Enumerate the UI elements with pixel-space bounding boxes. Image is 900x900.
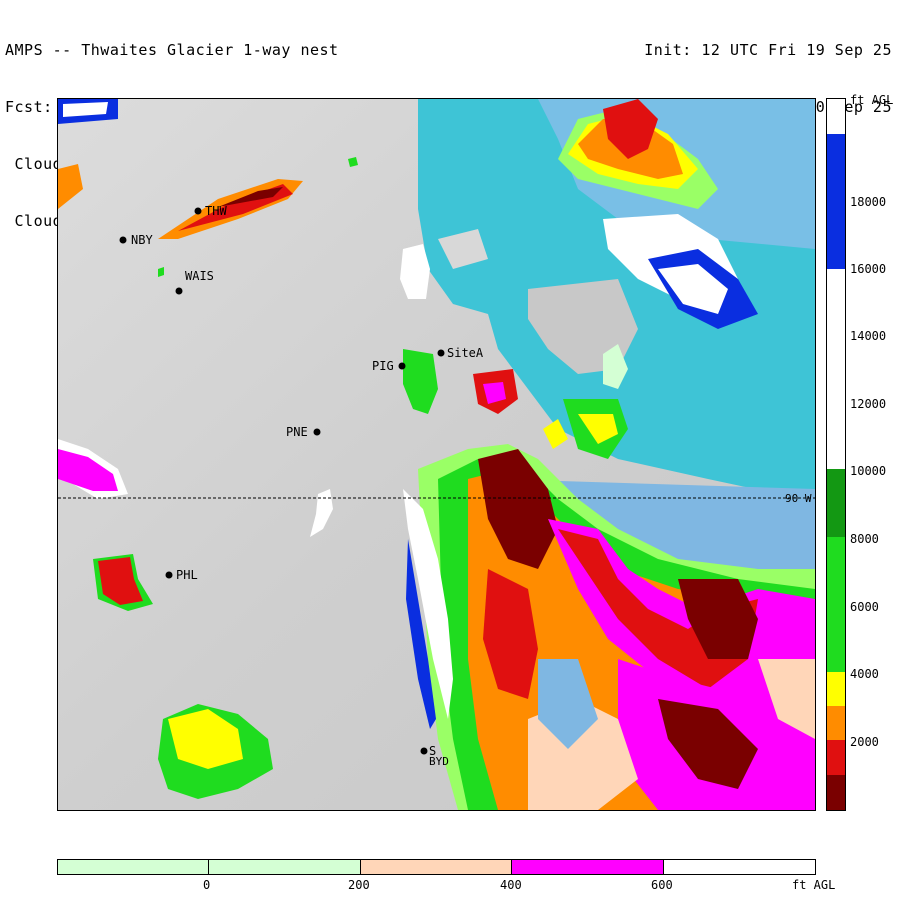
station-marker-pig bbox=[398, 362, 406, 370]
map-canvas: 90 W THW NBY WAIS SiteA PIG PNE PHL S BY… bbox=[58, 99, 815, 810]
station-marker-s bbox=[420, 747, 428, 755]
bottom-cbar-segment bbox=[664, 860, 815, 874]
station-marker-thw bbox=[194, 207, 202, 215]
latitude-label: 90 W bbox=[785, 492, 812, 505]
station-marker-sitea bbox=[437, 349, 445, 357]
bottom-colorbar-tick: 0 bbox=[203, 878, 211, 892]
right-colorbar-tick: 16000 bbox=[850, 262, 887, 276]
cbar-segment bbox=[827, 606, 845, 672]
bottom-colorbar bbox=[57, 859, 816, 875]
right-colorbar-tick: 10000 bbox=[850, 464, 887, 478]
station-label-sitea: SiteA bbox=[447, 346, 484, 360]
station-label-wais: WAIS bbox=[185, 269, 214, 283]
bottom-cbar-segment bbox=[361, 860, 512, 874]
right-colorbar-tick: 4000 bbox=[850, 667, 879, 681]
cbar-segment bbox=[827, 269, 845, 469]
station-label-pne: PNE bbox=[286, 425, 308, 439]
station-marker-pne bbox=[313, 428, 321, 436]
right-colorbar-tick: 12000 bbox=[850, 397, 887, 411]
right-colorbar-tick: 6000 bbox=[850, 600, 879, 614]
station-marker-phl bbox=[165, 571, 173, 579]
bottom-colorbar-tick: 600 bbox=[651, 878, 673, 892]
bottom-cbar-segment bbox=[209, 860, 361, 874]
station-label-pig: PIG bbox=[372, 359, 394, 373]
cbar-segment bbox=[827, 740, 845, 775]
right-colorbar-tick: 18000 bbox=[850, 195, 887, 209]
cbar-segment bbox=[827, 134, 845, 269]
right-colorbar-tick: 8000 bbox=[850, 532, 879, 546]
cbar-segment bbox=[827, 99, 845, 134]
station-label-phl: PHL bbox=[176, 568, 198, 582]
right-colorbar-tick: 2000 bbox=[850, 735, 879, 749]
cbar-segment bbox=[827, 469, 845, 537]
station-label-thw: THW bbox=[205, 204, 227, 218]
bottom-cbar-segment bbox=[58, 860, 209, 874]
init-time: Init: 12 UTC Fri 19 Sep 25 bbox=[644, 41, 892, 59]
model-title: AMPS -- Thwaites Glacier 1-way nest bbox=[5, 41, 339, 59]
station-label-nby: NBY bbox=[131, 233, 153, 247]
bottom-colorbar-unit: ft AGL bbox=[792, 878, 836, 892]
cbar-segment bbox=[827, 775, 845, 810]
station-marker-nby bbox=[119, 236, 127, 244]
bottom-colorbar-tick: 200 bbox=[348, 878, 370, 892]
right-colorbar-svg bbox=[827, 99, 845, 810]
right-colorbar bbox=[826, 98, 846, 811]
cbar-segment bbox=[827, 706, 845, 740]
station-label-byd: BYD bbox=[429, 755, 449, 768]
map-panel: 90 W THW NBY WAIS SiteA PIG PNE PHL S BY… bbox=[57, 98, 816, 811]
bottom-cbar-segment bbox=[512, 860, 664, 874]
right-colorbar-tick: 14000 bbox=[850, 329, 887, 343]
bottom-colorbar-tick: 400 bbox=[500, 878, 522, 892]
cbar-segment bbox=[827, 672, 845, 706]
right-colorbar-unit: ft AGL bbox=[850, 93, 894, 107]
station-marker-wais bbox=[175, 287, 183, 295]
